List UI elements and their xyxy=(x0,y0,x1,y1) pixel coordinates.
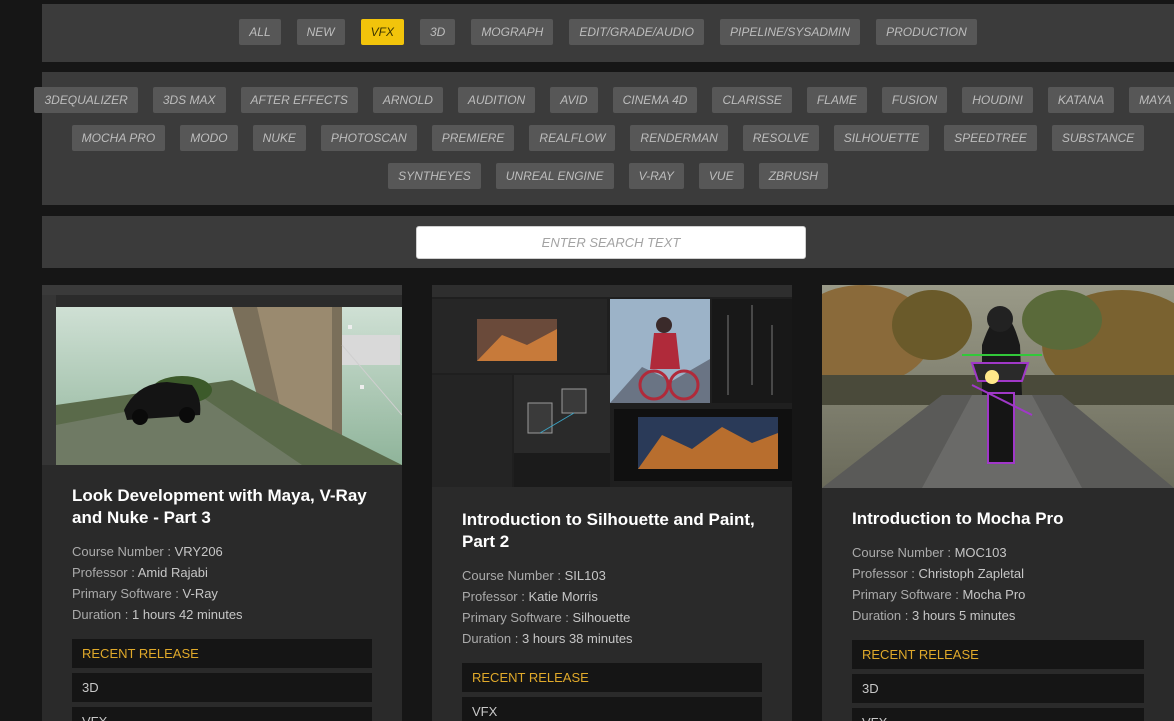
search-bar xyxy=(42,216,1174,268)
software-button-houdini[interactable]: HOUDINI xyxy=(962,87,1033,113)
filter-new-button[interactable]: NEW xyxy=(296,19,345,45)
course-card-look-development[interactable]: Look Development with Maya, V-Ray and Nu… xyxy=(42,285,402,721)
software-button-nuke[interactable]: NUKE xyxy=(252,125,306,151)
software-button-silhouette[interactable]: SILHOUETTE xyxy=(833,125,930,151)
software-button-katana[interactable]: KATANA xyxy=(1047,87,1115,113)
silhouette-ui-thumbnail xyxy=(432,285,792,487)
filter-vfx-button[interactable]: VFX xyxy=(360,19,404,45)
category-filter-bar: ALL NEW VFX 3D MOGRAPH EDIT/GRADE/AUDIO … xyxy=(42,4,1174,62)
course-professor: Professor : Katie Morris xyxy=(462,589,598,604)
course-card-silhouette[interactable]: Introduction to Silhouette and Paint, Pa… xyxy=(432,285,792,721)
tag-vfx[interactable]: VFX xyxy=(72,707,372,721)
filter-mograph-button[interactable]: MOGRAPH xyxy=(471,19,554,45)
course-duration: Duration : 1 hours 42 minutes xyxy=(72,607,243,622)
software-button-resolve[interactable]: RESOLVE xyxy=(742,125,819,151)
tag-3d[interactable]: 3D xyxy=(852,674,1144,703)
software-button-photoscan[interactable]: PHOTOSCAN xyxy=(320,125,417,151)
course-card-mocha-pro[interactable]: Introduction to Mocha Pro Course Number … xyxy=(822,285,1174,721)
filter-edit-grade-audio-button[interactable]: EDIT/GRADE/AUDIO xyxy=(569,19,705,45)
software-button-speedtree[interactable]: SPEEDTREE xyxy=(944,125,1037,151)
software-button-clarisse[interactable]: CLARISSE xyxy=(712,87,792,113)
course-number: Course Number : VRY206 xyxy=(72,544,223,559)
motorcycle-thumbnail xyxy=(822,285,1174,488)
software-button-cinema-4d[interactable]: CINEMA 4D xyxy=(612,87,698,113)
software-button-unreal-engine[interactable]: UNREAL ENGINE xyxy=(495,163,614,189)
tag-recent-release[interactable]: RECENT RELEASE xyxy=(72,639,372,668)
filter-pipeline-sysadmin-button[interactable]: PIPELINE/SYSADMIN xyxy=(720,19,861,45)
software-button-audition[interactable]: AUDITION xyxy=(457,87,536,113)
tag-3d[interactable]: 3D xyxy=(72,673,372,702)
software-filter-panel: 3DEQUALIZER 3DS MAX AFTER EFFECTS ARNOLD… xyxy=(34,72,1174,205)
course-thumbnail[interactable] xyxy=(42,285,402,465)
course-professor: Professor : Christoph Zapletal xyxy=(852,566,1024,581)
software-button-maya[interactable]: MAYA xyxy=(1129,87,1174,113)
software-button-mocha-pro[interactable]: MOCHA PRO xyxy=(71,125,166,151)
software-button-flame[interactable]: FLAME xyxy=(806,87,867,113)
course-title[interactable]: Introduction to Silhouette and Paint, Pa… xyxy=(462,509,762,553)
tag-recent-release[interactable]: RECENT RELEASE xyxy=(462,663,762,692)
software-button-3ds-max[interactable]: 3DS MAX xyxy=(152,87,226,113)
filter-production-button[interactable]: PRODUCTION xyxy=(876,19,977,45)
search-input[interactable] xyxy=(416,226,806,259)
software-button-avid[interactable]: AVID xyxy=(550,87,598,113)
course-number: Course Number : MOC103 xyxy=(852,545,1007,560)
tag-vfx[interactable]: VFX xyxy=(462,697,762,721)
course-software: Primary Software : Silhouette xyxy=(462,610,631,625)
tag-vfx[interactable]: VFX xyxy=(852,708,1144,721)
tag-recent-release[interactable]: RECENT RELEASE xyxy=(852,640,1144,669)
car-render-thumbnail xyxy=(42,285,402,465)
course-professor: Professor : Amid Rajabi xyxy=(72,565,208,580)
course-software: Primary Software : Mocha Pro xyxy=(852,587,1026,602)
course-title[interactable]: Introduction to Mocha Pro xyxy=(852,508,1144,530)
course-thumbnail[interactable] xyxy=(432,285,792,487)
software-button-vue[interactable]: VUE xyxy=(698,163,744,189)
software-button-modo[interactable]: MODO xyxy=(180,125,238,151)
software-button-renderman[interactable]: RENDERMAN xyxy=(630,125,728,151)
course-duration: Duration : 3 hours 38 minutes xyxy=(462,631,633,646)
course-title[interactable]: Look Development with Maya, V-Ray and Nu… xyxy=(72,485,372,529)
software-button-3dequalizer[interactable]: 3DEQUALIZER xyxy=(34,87,138,113)
software-button-fusion[interactable]: FUSION xyxy=(881,87,948,113)
software-button-zbrush[interactable]: ZBRUSH xyxy=(758,163,828,189)
software-button-after-effects[interactable]: AFTER EFFECTS xyxy=(240,87,358,113)
software-button-syntheyes[interactable]: SYNTHEYES xyxy=(388,163,481,189)
software-button-v-ray[interactable]: V-RAY xyxy=(628,163,684,189)
course-duration: Duration : 3 hours 5 minutes xyxy=(852,608,1016,623)
software-button-premiere[interactable]: PREMIERE xyxy=(431,125,515,151)
software-button-arnold[interactable]: ARNOLD xyxy=(372,87,443,113)
filter-all-button[interactable]: ALL xyxy=(239,19,281,45)
course-thumbnail[interactable] xyxy=(822,285,1174,488)
software-button-substance[interactable]: SUBSTANCE xyxy=(1051,125,1145,151)
course-number: Course Number : SIL103 xyxy=(462,568,606,583)
software-button-realflow[interactable]: REALFLOW xyxy=(529,125,616,151)
filter-3d-button[interactable]: 3D xyxy=(419,19,456,45)
course-software: Primary Software : V-Ray xyxy=(72,586,218,601)
